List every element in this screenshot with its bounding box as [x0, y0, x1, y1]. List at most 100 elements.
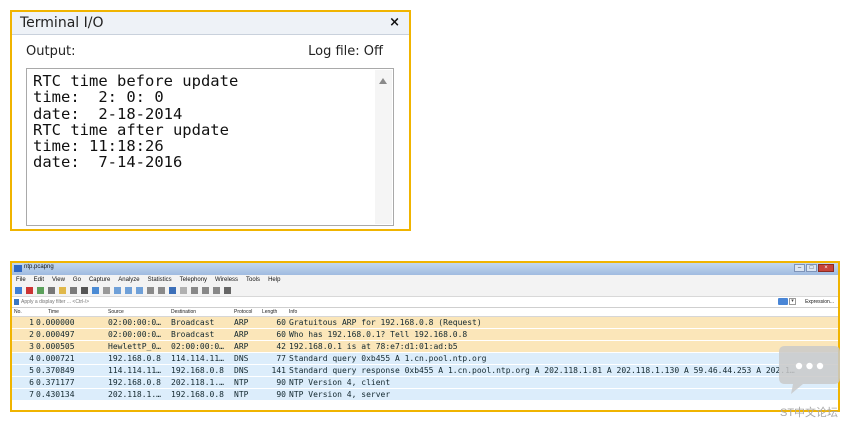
close-button[interactable]: ×: [818, 264, 834, 272]
packet-row[interactable]: 1 0.000000 02:00:00:0… Broadcast ARP 60 …: [12, 317, 838, 329]
menu-help[interactable]: Help: [268, 275, 280, 285]
packet-row[interactable]: 3 0.000505 HewlettP_0… 02:00:00:0… ARP 4…: [12, 341, 838, 353]
menu-go[interactable]: Go: [73, 275, 81, 285]
menu-file[interactable]: File: [16, 275, 26, 285]
cell-time: 0.000000: [36, 318, 75, 327]
apply-filter-arrow-icon[interactable]: [778, 298, 788, 305]
bookmark-icon[interactable]: [14, 299, 19, 305]
output-line: time: 2: 0: 0: [33, 88, 164, 107]
cell-protocol: ARP: [234, 342, 249, 351]
cell-no: 4: [29, 354, 34, 363]
open-file-icon[interactable]: [59, 287, 66, 294]
watermark-text: ST中文论坛: [780, 407, 839, 419]
cell-time: 0.000721: [36, 354, 75, 363]
cell-destination: Broadcast: [171, 330, 215, 339]
output-line: time: 11:18:26: [33, 137, 164, 156]
scroll-up-arrow-icon[interactable]: [379, 78, 387, 84]
menu-statistics[interactable]: Statistics: [148, 275, 172, 285]
column-header-info[interactable]: Info: [289, 308, 297, 316]
close-icon[interactable]: ×: [389, 15, 400, 30]
filter-dropdown-icon[interactable]: ▾: [789, 298, 796, 305]
column-header-length[interactable]: Length: [262, 308, 277, 316]
column-header-time[interactable]: Time: [48, 308, 59, 316]
autoscroll-icon[interactable]: [169, 287, 176, 294]
minimize-button[interactable]: –: [794, 264, 805, 272]
stop-icon[interactable]: [26, 287, 33, 294]
cell-source: 02:00:00:0…: [108, 318, 161, 327]
restart-icon[interactable]: [37, 287, 44, 294]
output-label: Output:: [26, 44, 76, 59]
cell-length: 90: [276, 390, 286, 399]
wireshark-titlebar: ntp.pcapng – □ ×: [12, 263, 838, 275]
cell-source: 202.118.1.…: [108, 390, 161, 399]
packet-row[interactable]: 2 0.000497 02:00:00:0… Broadcast ARP 60 …: [12, 329, 838, 341]
packet-row[interactable]: 7 0.430134 202.118.1.… 192.168.0.8 NTP 9…: [12, 389, 838, 401]
shark-fin-start-icon[interactable]: [15, 287, 22, 294]
cell-no: 6: [29, 378, 34, 387]
cell-protocol: NTP: [234, 378, 249, 387]
menu-analyze[interactable]: Analyze: [118, 275, 139, 285]
zoom-out-icon[interactable]: [202, 287, 209, 294]
packet-list: 1 0.000000 02:00:00:0… Broadcast ARP 60 …: [12, 317, 838, 401]
close-file-icon[interactable]: [81, 287, 88, 294]
packet-row[interactable]: 4 0.000721 192.168.0.8 114.114.11… DNS 7…: [12, 353, 838, 365]
log-file-status[interactable]: Log file: Off: [308, 44, 383, 59]
window-controls: – □ ×: [794, 264, 834, 273]
back-icon[interactable]: [114, 287, 121, 294]
menu-telephony[interactable]: Telephony: [180, 275, 207, 285]
zoom-in-icon[interactable]: [191, 287, 198, 294]
menu-edit[interactable]: Edit: [34, 275, 44, 285]
cell-destination: 202.118.1.…: [171, 378, 224, 387]
options-gear-icon[interactable]: [48, 287, 55, 294]
cell-protocol: NTP: [234, 390, 249, 399]
cell-length: 90: [276, 378, 286, 387]
packet-row[interactable]: 6 0.371177 192.168.0.8 202.118.1.… NTP 9…: [12, 377, 838, 389]
column-header-protocol[interactable]: Protocol: [234, 308, 252, 316]
menu-view[interactable]: View: [52, 275, 65, 285]
cell-no: 5: [29, 366, 34, 375]
cell-length: 42: [276, 342, 286, 351]
cell-destination: 192.168.0.8: [171, 366, 224, 375]
packet-row[interactable]: 5 0.370849 114.114.11… 192.168.0.8 DNS 1…: [12, 365, 838, 377]
cell-time: 0.000497: [36, 330, 75, 339]
menu-bar: File Edit View Go Capture Analyze Statis…: [12, 275, 838, 285]
cell-source: 114.114.11…: [108, 366, 161, 375]
column-header-destination[interactable]: Destination: [171, 308, 196, 316]
terminal-output-area[interactable]: RTC time before update time: 2: 0: 0 dat…: [26, 68, 394, 226]
terminal-output-text: RTC time before update time: 2: 0: 0 dat…: [33, 73, 238, 171]
menu-capture[interactable]: Capture: [89, 275, 110, 285]
chat-bubble-watermark-icon: [779, 346, 840, 394]
cell-protocol: ARP: [234, 318, 249, 327]
jump-icon[interactable]: [136, 287, 143, 294]
main-toolbar: [12, 285, 838, 297]
cell-info: Who has 192.168.0.1? Tell 192.168.0.8: [289, 330, 468, 339]
cell-length: 77: [276, 354, 286, 363]
vertical-scrollbar[interactable]: [375, 70, 392, 224]
menu-wireless[interactable]: Wireless: [215, 275, 238, 285]
column-header-source[interactable]: Source: [108, 308, 124, 316]
cell-source: HewlettP_0…: [108, 342, 161, 351]
bottom-icon[interactable]: [158, 287, 165, 294]
reload-icon[interactable]: [92, 287, 99, 294]
find-icon[interactable]: [103, 287, 110, 294]
zoom-normal-icon[interactable]: [213, 287, 220, 294]
expression-button[interactable]: Expression...: [805, 298, 834, 306]
cell-no: 2: [29, 330, 34, 339]
cell-protocol: ARP: [234, 330, 249, 339]
cell-time: 0.430134: [36, 390, 75, 399]
cell-destination: 114.114.11…: [171, 354, 224, 363]
resize-columns-icon[interactable]: [224, 287, 231, 294]
save-file-icon[interactable]: [70, 287, 77, 294]
cell-length: 60: [276, 318, 286, 327]
display-filter-input[interactable]: [21, 298, 761, 306]
top-icon[interactable]: [147, 287, 154, 294]
cell-length: 141: [271, 366, 286, 375]
maximize-button[interactable]: □: [806, 264, 817, 272]
forward-icon[interactable]: [125, 287, 132, 294]
menu-tools[interactable]: Tools: [246, 275, 260, 285]
cell-source: 192.168.0.8: [108, 378, 161, 387]
colorize-icon[interactable]: [180, 287, 187, 294]
column-header-no[interactable]: No.: [14, 308, 22, 316]
terminal-titlebar: Terminal I/O ×: [12, 12, 409, 35]
cell-no: 3: [29, 342, 34, 351]
